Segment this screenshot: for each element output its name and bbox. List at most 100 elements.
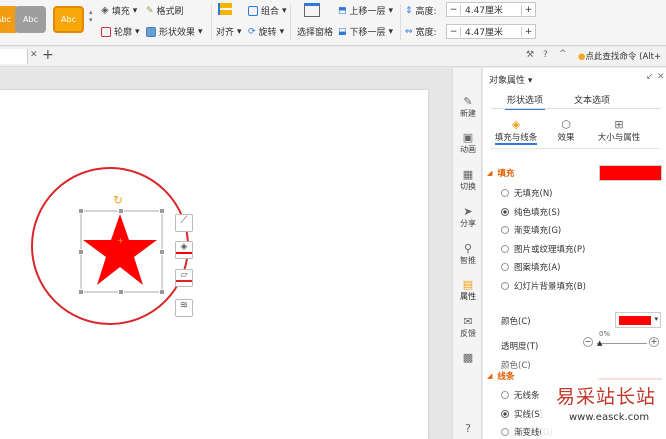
fill-color-preview[interactable] [599,165,662,181]
width-spinner[interactable]: − 4.47厘米 + [446,24,536,39]
transition-icon: ▦ [462,168,474,181]
image-icon: ▩ [462,351,474,364]
send-backward-button[interactable]: ⬓ 下移一层 ▾ [338,25,393,39]
panel-close-icon[interactable]: ✕ [657,72,665,82]
radio-solid[interactable] [501,208,509,216]
width-minus-button[interactable]: − [447,26,461,37]
transparency-plus[interactable]: + [649,337,659,347]
find-command-box[interactable]: ●点此查找命令 (Alt+ [578,50,661,62]
outline-icon [101,26,111,37]
radio-line-none[interactable] [501,391,509,399]
collapse-icon[interactable]: ^ [559,49,567,59]
resize-handle-bl[interactable] [78,289,84,295]
line-section-header[interactable]: ◢ 线条 [487,370,514,382]
star-shape[interactable] [83,214,157,285]
height-spinner[interactable]: − 4.47厘米 + [446,2,536,17]
tab-text-options[interactable]: 文本选项 [574,91,610,108]
side-smart[interactable]: ⚲ 智推 [453,242,483,266]
transparency-slider[interactable]: − ▲ 0% + [583,330,661,350]
side-more[interactable]: ▩ [453,351,483,364]
shape-edit-tool[interactable]: ⟋ [175,214,193,232]
height-plus-button[interactable]: + [521,4,535,15]
subtab-fill-line[interactable]: ◈ 填充与线条 [491,118,541,145]
radio-line-solid[interactable] [501,410,509,418]
resize-handle-ml[interactable] [78,249,84,255]
line-option-none[interactable]: 无线条 [501,389,540,401]
resize-handle-br[interactable] [159,289,165,295]
fill-bucket-icon: ◈ [511,118,521,131]
magic-icon[interactable]: ⚒ [526,50,534,60]
style-swatch-2[interactable]: Abc [15,6,46,33]
outline-tool[interactable]: ▱ [175,269,193,287]
side-property[interactable]: ▤ 属性 [453,278,483,302]
selection-pane-icon [304,3,320,17]
side-transition[interactable]: ▦ 切换 [453,168,483,192]
cube-icon: ⬡ [561,118,571,131]
panel-tab-underline [491,108,661,109]
resize-handle-tl[interactable] [78,208,84,214]
width-plus-button[interactable]: + [521,26,535,37]
fill-option-slide-bg[interactable]: 幻灯片背景填充(B) [501,280,586,292]
align-button[interactable] [218,3,232,15]
fill-section-header[interactable]: ◢ 填充 [487,167,514,179]
outline-button[interactable]: 轮廓 ▾ [101,25,140,38]
format-painter-button[interactable]: ✎ 格式刷 [146,4,184,18]
width-value[interactable]: 4.47厘米 [461,25,521,38]
side-animation[interactable]: ▣ 动画 [453,131,483,155]
selection-pane-button[interactable] [304,3,320,17]
slide[interactable]: + ↻ ⟋ ◈ ▱ ≋ [0,90,428,439]
subtab-size[interactable]: ⊞ 大小与属性 [591,118,647,143]
help-circle-icon: ? [465,422,471,435]
resize-handle-bm[interactable] [118,289,124,295]
radio-gradient[interactable] [501,226,509,234]
tab-close-icon[interactable]: ✕ [30,50,38,60]
fill-option-gradient[interactable]: 渐变填充(G) [501,224,561,236]
add-tab-button[interactable]: + [42,47,54,63]
shape-effect-button[interactable]: 形状效果 ▾ [146,25,203,38]
swatch-scroll[interactable]: ▴ ▾ [89,8,93,24]
resize-handle-mr[interactable] [159,249,165,255]
bring-forward-button[interactable]: ⬒ 上移一层 ▾ [338,4,393,18]
panel-title[interactable]: 对象属性 ▾ [489,73,532,86]
edit-shape-icon: ⟋ [180,215,188,226]
resize-handle-tr[interactable] [159,208,165,214]
radio-picture[interactable] [501,245,509,253]
transparency-minus[interactable]: − [583,337,593,347]
panel-pin-icon[interactable]: ↙ [646,72,654,82]
line-option-solid[interactable]: 实线(S) [501,408,543,420]
fill-button[interactable]: ◈ 填充 ▾ [101,4,137,17]
side-share[interactable]: ➤ 分享 [453,205,483,229]
watermark-url: www.easck.com [569,412,650,423]
help-icon[interactable]: ? [543,50,548,60]
layer-tool[interactable]: ≋ [175,299,193,317]
selection-pane-label[interactable]: 选择窗格 [297,25,333,38]
side-feedback[interactable]: ✉ 反馈 [453,315,483,339]
color-dropdown[interactable]: ▾ [615,312,661,328]
resize-handle-tm[interactable] [118,208,124,214]
rotate-handle-icon[interactable]: ↻ [113,193,123,207]
fill-option-pattern[interactable]: 图案填充(A) [501,261,560,273]
align-label[interactable]: 对齐 ▾ [216,25,242,39]
animation-icon: ▣ [462,131,474,144]
side-help[interactable]: ? [453,422,483,435]
active-tab-indicator[interactable] [0,49,28,64]
group-button[interactable]: 组合 ▾ [248,4,287,17]
radio-pattern[interactable] [501,263,509,271]
subtab-effect[interactable]: ⬡ 效果 [551,118,581,143]
width-label: ⇔ 宽度: [405,26,437,39]
radio-none[interactable] [501,189,509,197]
side-new[interactable]: ✎ 新建 [453,95,483,119]
fill-option-solid[interactable]: 纯色填充(S) [501,206,560,218]
style-swatch-3[interactable]: Abc [53,6,84,33]
rotate-button[interactable]: ⟳ 旋转 ▾ [248,25,284,39]
height-value[interactable]: 4.47厘米 [461,3,521,16]
radio-line-gradient[interactable] [501,428,509,436]
shape-layer: + [31,167,189,325]
fill-tool[interactable]: ◈ [175,241,193,259]
height-minus-button[interactable]: − [447,4,461,15]
slider-thumb[interactable]: ▲ [597,339,602,347]
radio-slide-bg[interactable] [501,282,509,290]
fill-option-none[interactable]: 无填充(N) [501,187,553,199]
fill-option-picture[interactable]: 图片或纹理填充(P) [501,243,585,255]
divider [400,4,401,40]
